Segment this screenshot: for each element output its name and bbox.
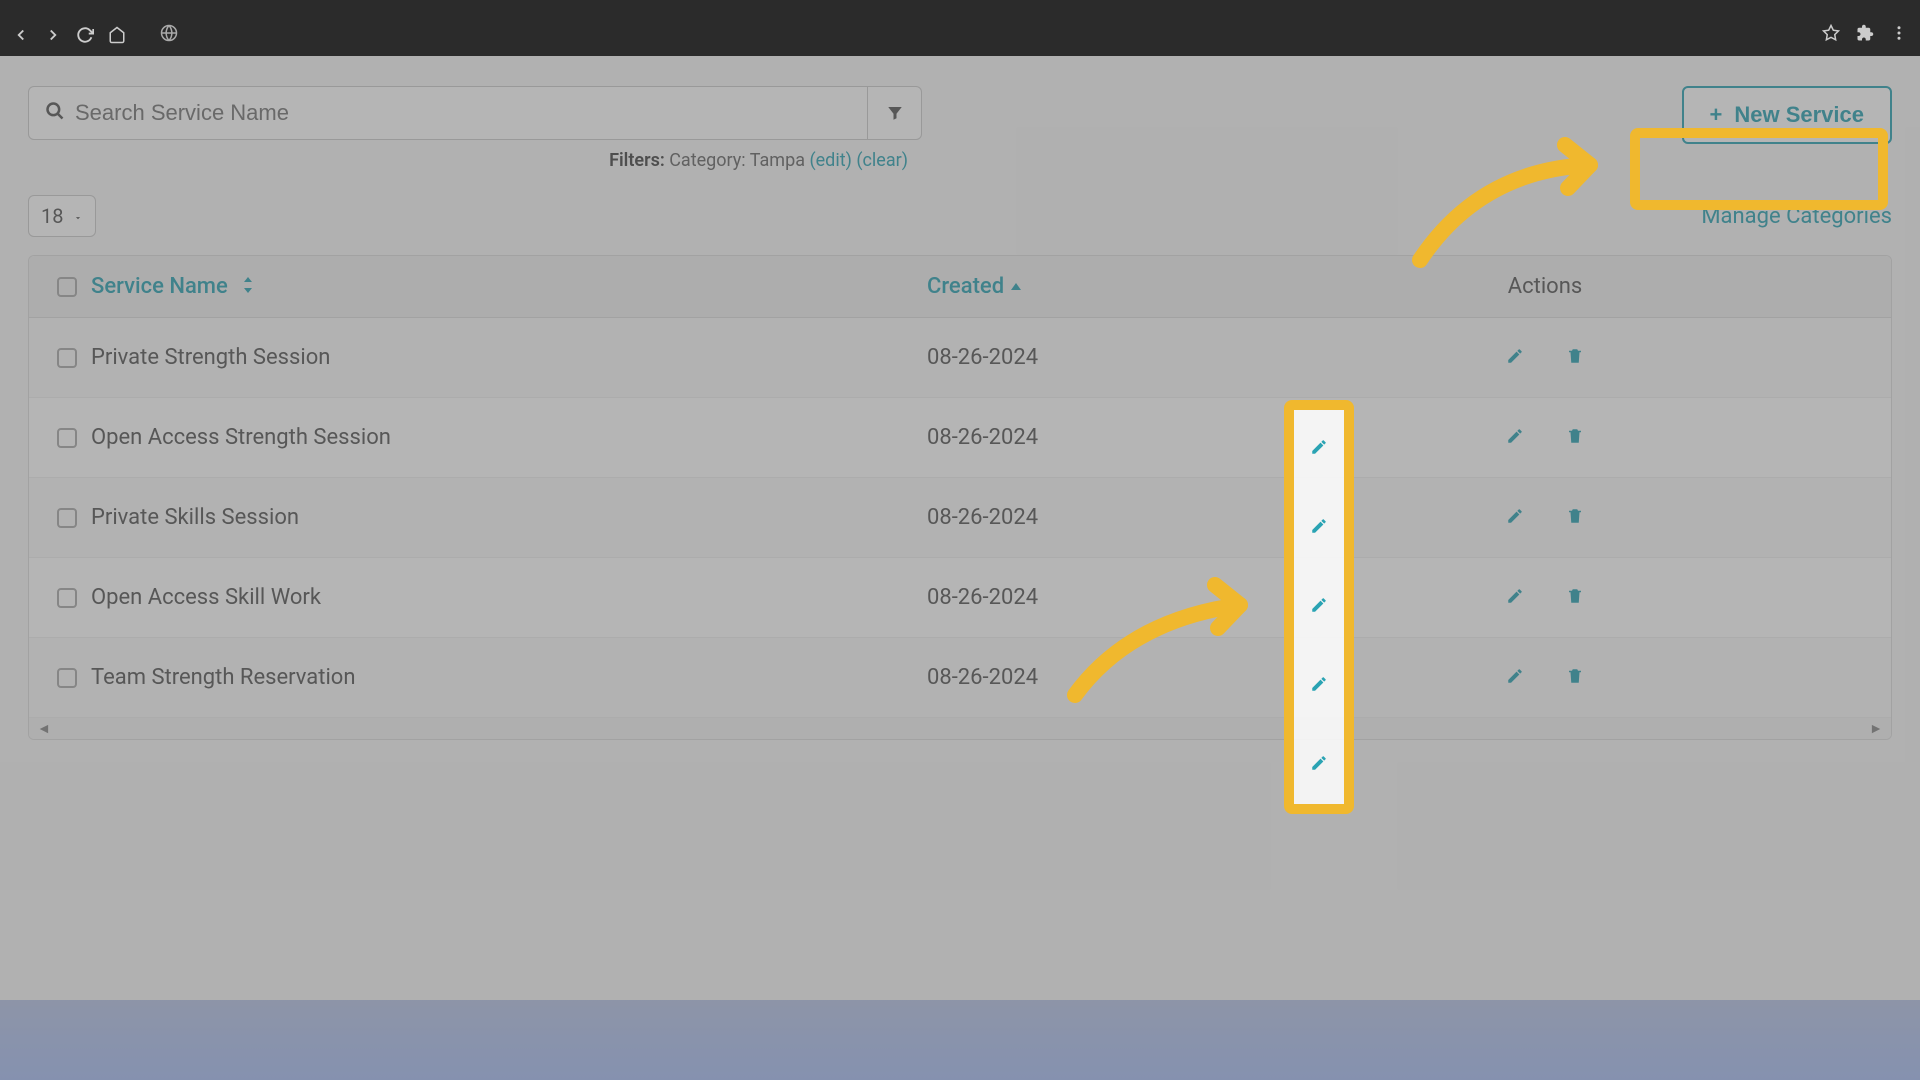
home-icon[interactable] <box>108 26 126 44</box>
page-size-select[interactable]: 18 <box>28 195 96 237</box>
filters-label: Filters: <box>609 150 665 171</box>
edit-icon[interactable] <box>1506 586 1524 610</box>
service-name: Private Skills Session <box>91 505 299 530</box>
page-size-value: 18 <box>41 204 63 228</box>
globe-icon <box>160 24 178 47</box>
trash-icon[interactable] <box>1566 346 1584 370</box>
search-input-wrap[interactable] <box>28 86 868 140</box>
created-date: 08-26-2024 <box>927 425 1038 450</box>
menu-dots-icon[interactable] <box>1890 24 1908 47</box>
browser-toolbar <box>0 14 1920 56</box>
service-name: Open Access Strength Session <box>91 425 391 450</box>
header-created-label: Created <box>927 274 1004 299</box>
created-date: 08-26-2024 <box>927 505 1038 530</box>
header-actions-label: Actions <box>1508 274 1582 299</box>
extensions-icon[interactable] <box>1856 24 1874 47</box>
trash-icon[interactable] <box>1566 586 1584 610</box>
row-checkbox[interactable] <box>57 588 77 608</box>
table-row: Team Strength Reservation 08-26-2024 <box>29 638 1891 718</box>
star-icon[interactable] <box>1822 24 1840 47</box>
back-icon[interactable] <box>12 26 30 44</box>
header-created[interactable]: Created <box>927 274 1227 299</box>
table-scrollbar[interactable]: ◄ ► <box>29 718 1891 739</box>
row-checkbox[interactable] <box>57 348 77 368</box>
plus-icon: + <box>1710 102 1723 128</box>
new-service-button[interactable]: + New Service <box>1682 86 1893 144</box>
trash-icon[interactable] <box>1566 506 1584 530</box>
header-name-label: Service Name <box>91 274 228 299</box>
service-name: Team Strength Reservation <box>91 665 356 690</box>
search-icon <box>45 101 65 126</box>
search-input[interactable] <box>75 100 851 126</box>
filters-edit-link[interactable]: (edit) <box>809 150 851 171</box>
table-row: Open Access Strength Session 08-26-2024 <box>29 398 1891 478</box>
table-header: Service Name Created Actions <box>29 256 1891 318</box>
table-row: Private Skills Session 08-26-2024 <box>29 478 1891 558</box>
table-row: Open Access Skill Work 08-26-2024 <box>29 558 1891 638</box>
forward-icon[interactable] <box>44 26 62 44</box>
row-checkbox[interactable] <box>57 508 77 528</box>
edit-icon[interactable] <box>1506 666 1524 690</box>
sort-asc-icon <box>1010 281 1022 297</box>
new-service-label: New Service <box>1734 102 1864 128</box>
manage-categories-link[interactable]: Manage Categories <box>1701 204 1892 229</box>
filters-clear-link[interactable]: (clear) <box>856 150 908 171</box>
created-date: 08-26-2024 <box>927 585 1038 610</box>
services-table: Service Name Created Actions Private Str… <box>28 255 1892 740</box>
page-content: Filters: Category: Tampa (edit) (clear) … <box>0 56 1920 1000</box>
header-service-name[interactable]: Service Name <box>57 274 927 299</box>
address-bar-area[interactable] <box>140 24 1808 47</box>
browser-tabs-bar <box>0 0 1920 14</box>
created-date: 08-26-2024 <box>927 345 1038 370</box>
scroll-right-icon[interactable]: ► <box>1869 720 1883 737</box>
row-checkbox[interactable] <box>57 668 77 688</box>
chevron-down-icon <box>73 204 83 228</box>
scroll-left-icon[interactable]: ◄ <box>37 720 51 737</box>
edit-icon[interactable] <box>1506 506 1524 530</box>
select-all-checkbox[interactable] <box>57 277 77 297</box>
service-name: Open Access Skill Work <box>91 585 321 610</box>
header-actions: Actions <box>1227 274 1863 299</box>
filters-value: Category: Tampa <box>669 150 805 171</box>
service-name: Private Strength Session <box>91 345 330 370</box>
reload-icon[interactable] <box>76 26 94 44</box>
trash-icon[interactable] <box>1566 666 1584 690</box>
edit-icon[interactable] <box>1506 346 1524 370</box>
created-date: 08-26-2024 <box>927 665 1038 690</box>
filter-button[interactable] <box>868 86 922 140</box>
row-checkbox[interactable] <box>57 428 77 448</box>
trash-icon[interactable] <box>1566 426 1584 450</box>
filters-text: Filters: Category: Tampa (edit) (clear) <box>28 150 922 171</box>
sort-icon <box>242 277 254 297</box>
table-row: Private Strength Session 08-26-2024 <box>29 318 1891 398</box>
edit-icon[interactable] <box>1506 426 1524 450</box>
